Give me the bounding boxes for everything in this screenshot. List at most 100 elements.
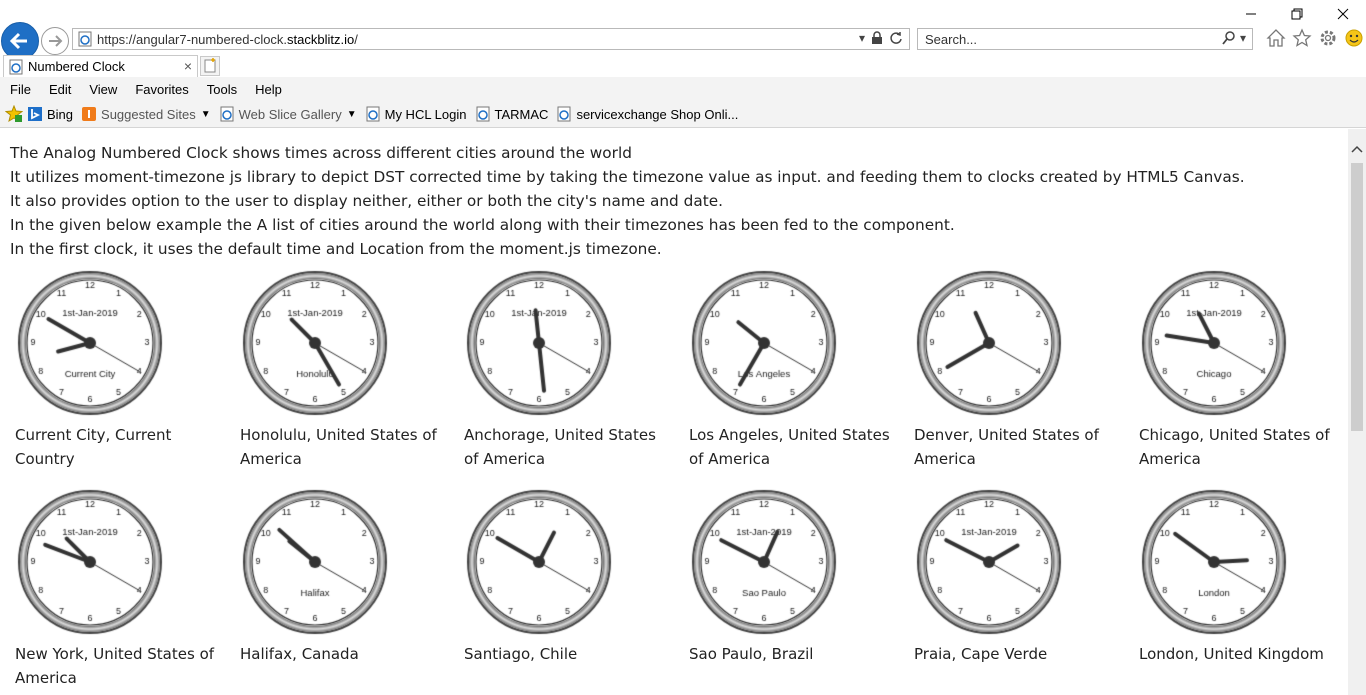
analog-clock — [235, 269, 395, 417]
favorite-link[interactable]: Bing — [27, 106, 73, 122]
favorites-add-icon[interactable] — [5, 105, 23, 123]
page-content: The Analog Numbered Clock shows times ac… — [0, 129, 1348, 695]
analog-clock — [1134, 488, 1294, 636]
close-icon — [1337, 8, 1349, 20]
search-box[interactable]: Search... ▾ — [917, 28, 1253, 50]
intro-line: It also provides option to the user to d… — [10, 192, 723, 210]
menu-help[interactable]: Help — [245, 82, 290, 97]
intro-line: It utilizes moment-timezone js library t… — [10, 168, 1245, 186]
menu-file[interactable]: File — [0, 82, 39, 97]
menu-view[interactable]: View — [79, 82, 125, 97]
clock-card: Chicago, United States of America — [1134, 269, 1334, 471]
favorite-label: Bing — [47, 106, 74, 122]
forward-arrow-icon — [49, 35, 63, 47]
favorite-label: TARMAC — [494, 106, 549, 122]
clock-card: New York, United States of America — [10, 488, 214, 690]
analog-clock — [909, 269, 1069, 417]
clock-card: Denver, United States of America — [909, 269, 1109, 471]
back-arrow-icon — [9, 32, 27, 50]
clock-card: Honolulu, United States of America — [235, 269, 437, 471]
menu-favorites[interactable]: Favorites — [125, 82, 196, 97]
favorite-link[interactable]: TARMAC — [475, 106, 549, 122]
clock-city-label: Praia, Cape Verde — [914, 645, 1048, 663]
suggested-sites-icon — [81, 106, 97, 122]
clock-city-label: London, United Kingdom — [1139, 645, 1324, 663]
analog-clock — [459, 269, 619, 417]
favorite-label: Suggested Sites — [101, 106, 196, 122]
bing-icon — [27, 106, 43, 122]
favorites-bar: Bing Suggested Sites ▼ Web Slice Gallery ▼ My… — [0, 101, 1366, 128]
navigation-row: https://angular7-numbered-clock.stackbli… — [0, 22, 1366, 60]
clock-city-label: Current City, Current Country — [15, 426, 172, 468]
menu-tools[interactable]: Tools — [197, 82, 245, 97]
chevron-down-icon[interactable]: ▼ — [347, 109, 357, 120]
clock-city-label: Denver, United States of America — [914, 426, 1099, 468]
refresh-icon[interactable] — [889, 31, 903, 45]
clock-city-label: Honolulu, United States of America — [240, 426, 437, 468]
favorites-star-icon[interactable] — [1292, 28, 1312, 48]
address-text: https://angular7-numbered-clock.stackbli… — [97, 31, 358, 47]
home-icon[interactable] — [1266, 28, 1286, 48]
address-bar[interactable]: https://angular7-numbered-clock.stackbli… — [72, 28, 910, 50]
clock-card: Anchorage, United States of America — [459, 269, 659, 471]
web-slice-icon — [219, 106, 235, 122]
forward-button[interactable] — [41, 27, 69, 55]
clock-card: Current City, Current Country — [10, 269, 210, 471]
ie-page-icon — [365, 106, 381, 122]
new-tab-button[interactable] — [200, 56, 220, 76]
chevron-up-icon — [1351, 145, 1363, 153]
clock-card: Los Angeles, United States of America — [684, 269, 890, 471]
scroll-up-button[interactable] — [1348, 141, 1366, 157]
analog-clock — [459, 488, 619, 636]
address-dropdown-icon[interactable]: ▾ — [859, 31, 865, 45]
ie-page-icon — [475, 106, 491, 122]
intro-text: The Analog Numbered Clock shows times ac… — [10, 141, 1245, 261]
clock-city-label: Chicago, United States of America — [1139, 426, 1330, 468]
analog-clock — [235, 488, 395, 636]
favorite-link[interactable]: Suggested Sites ▼ — [81, 106, 211, 122]
favorite-link[interactable]: My HCL Login — [365, 106, 467, 122]
browser-chrome: https://angular7-numbered-clock.stackbli… — [0, 0, 1366, 128]
clock-card: Halifax, Canada — [235, 488, 435, 666]
menu-edit[interactable]: Edit — [39, 82, 79, 97]
search-input[interactable]: Search... — [925, 32, 977, 47]
analog-clock — [10, 488, 170, 636]
favorite-link[interactable]: servicexchange Shop Onli... — [556, 106, 738, 122]
scrollbar-thumb[interactable] — [1351, 163, 1363, 431]
gear-icon[interactable] — [1318, 28, 1338, 48]
clock-city-label: Halifax, Canada — [240, 645, 359, 663]
clock-city-label: Sao Paulo, Brazil — [689, 645, 814, 663]
tab-close-icon[interactable]: × — [184, 58, 192, 74]
tab-row: Numbered Clock × — [0, 55, 1366, 77]
clock-city-label: Anchorage, United States of America — [464, 426, 656, 468]
analog-clock — [684, 488, 844, 636]
smiley-icon[interactable] — [1344, 28, 1364, 48]
analog-clock — [909, 488, 1069, 636]
vertical-scrollbar[interactable] — [1348, 129, 1366, 695]
ie-page-icon — [556, 106, 572, 122]
intro-line: In the first clock, it uses the default … — [10, 240, 662, 258]
lock-icon[interactable] — [871, 31, 883, 45]
favorite-label: servicexchange Shop Onli... — [576, 106, 739, 122]
clock-card: Sao Paulo, Brazil — [684, 488, 884, 666]
search-icon[interactable] — [1222, 31, 1236, 45]
analog-clock — [684, 269, 844, 417]
clock-card: London, United Kingdom — [1134, 488, 1334, 666]
ie-page-icon — [9, 59, 23, 74]
favorite-label: Web Slice Gallery — [238, 106, 342, 122]
favorite-label: My HCL Login — [384, 106, 467, 122]
clock-card: Praia, Cape Verde — [909, 488, 1109, 666]
intro-line: The Analog Numbered Clock shows times ac… — [10, 144, 632, 162]
analog-clock — [10, 269, 170, 417]
clock-card: Santiago, Chile — [459, 488, 659, 666]
chevron-down-icon[interactable]: ▼ — [201, 109, 211, 120]
clock-city-label: Santiago, Chile — [464, 645, 578, 663]
favorite-link[interactable]: Web Slice Gallery ▼ — [219, 106, 357, 122]
tab-numbered-clock[interactable]: Numbered Clock × — [3, 55, 198, 77]
minimize-icon — [1246, 13, 1256, 15]
search-dropdown-icon[interactable]: ▾ — [1240, 31, 1246, 45]
intro-line: In the given below example the A list of… — [10, 216, 955, 234]
clock-city-label: New York, United States of America — [15, 645, 215, 687]
restore-icon — [1291, 8, 1303, 20]
analog-clock — [1134, 269, 1294, 417]
